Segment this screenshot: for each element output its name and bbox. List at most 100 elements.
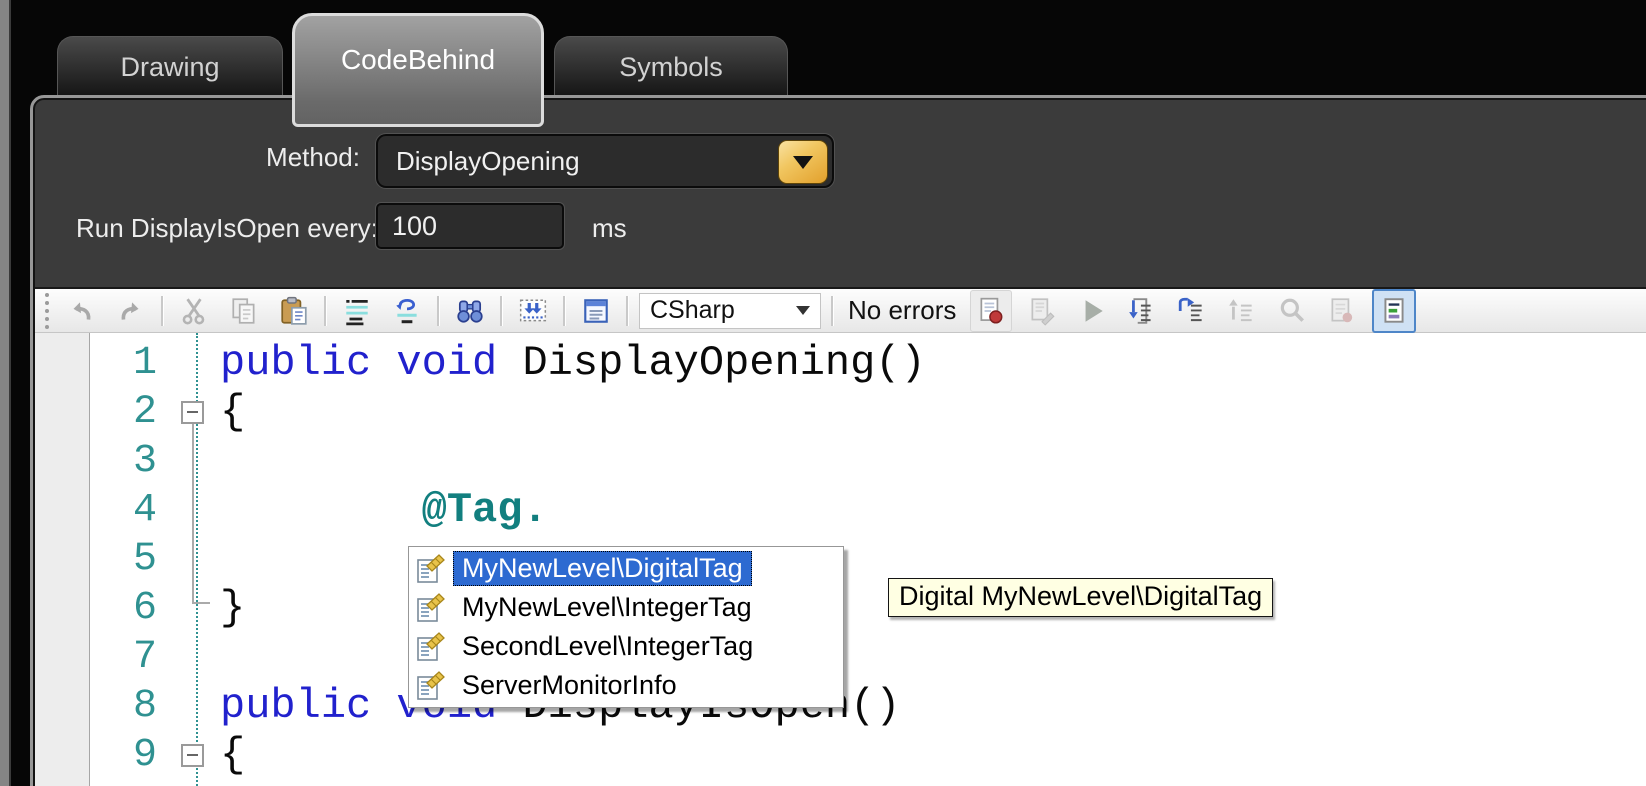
line-number: 2: [35, 388, 157, 437]
step-out-icon: [1227, 296, 1257, 326]
line-number: 7: [35, 633, 157, 682]
cut-button[interactable]: [174, 291, 214, 331]
autocomplete-item[interactable]: SecondLevel\IntegerTag: [411, 627, 841, 666]
tab-codebehind[interactable]: CodeBehind: [292, 13, 544, 127]
run-interval-label: Run DisplayIsOpen every:: [76, 213, 378, 244]
tab-codebehind-label: CodeBehind: [341, 44, 495, 75]
undo-icon: [66, 296, 96, 326]
tag-item-icon: [415, 632, 445, 662]
line-number: 5: [35, 535, 157, 584]
view-code-toggle-button[interactable]: [1372, 289, 1416, 333]
step-over-button[interactable]: [1172, 291, 1212, 331]
tag-item-icon: [415, 671, 445, 701]
compile-check-button[interactable]: [970, 290, 1012, 332]
left-edge-strip: [0, 0, 11, 786]
tab-drawing-label: Drawing: [120, 52, 219, 82]
redo-icon: [116, 296, 146, 326]
step-over-icon: [1177, 296, 1207, 326]
method-combobox[interactable]: DisplayOpening: [376, 134, 834, 188]
line-number: 6: [35, 584, 157, 633]
line-number: 8: [35, 682, 157, 731]
autocomplete-item-label: ServerMonitorInfo: [453, 668, 686, 703]
undo-button[interactable]: [61, 291, 101, 331]
compile-check-icon: [976, 296, 1006, 326]
toolbar-separator: [161, 296, 164, 326]
method-label: Method:: [150, 142, 360, 173]
code-line[interactable]: 9{: [35, 731, 1605, 780]
language-combobox[interactable]: CSharp: [639, 293, 821, 329]
chevron-down-icon: [793, 156, 813, 169]
toolbar-grip-handle[interactable]: [45, 293, 49, 329]
code-line[interactable]: 4 @Tag.: [35, 486, 1605, 535]
codebehind-editor-window: Drawing CodeBehind Symbols Method: Displ…: [0, 0, 1646, 786]
method-combobox-value: DisplayOpening: [396, 136, 580, 186]
paste-icon: [279, 296, 309, 326]
watch-icon: [1277, 296, 1307, 326]
tag-item-icon: [415, 554, 445, 584]
comment-button[interactable]: [337, 291, 377, 331]
comment-icon: [342, 296, 372, 326]
line-number: 9: [35, 731, 157, 780]
paste-button[interactable]: [274, 291, 314, 331]
autocomplete-item-label: MyNewLevel\IntegerTag: [453, 590, 761, 625]
autocomplete-item[interactable]: MyNewLevel\IntegerTag: [411, 588, 841, 627]
toolbar-separator: [324, 296, 327, 326]
editor-toolbar: CSharp No errors: [35, 287, 1646, 333]
code-line[interactable]: 2{: [35, 388, 1605, 437]
output-window-button[interactable]: [576, 291, 616, 331]
tab-symbols[interactable]: Symbols: [554, 36, 788, 95]
fold-collapse-icon[interactable]: [181, 401, 204, 424]
autocomplete-popup: MyNewLevel\DigitalTagMyNewLevel\IntegerT…: [408, 546, 844, 708]
cut-icon: [179, 296, 209, 326]
insert-snippet-icon: [518, 296, 548, 326]
fold-guide-end: [192, 602, 210, 604]
run-interval-value: 100: [392, 205, 437, 248]
code-text: {: [220, 731, 245, 780]
find-button[interactable]: [450, 291, 490, 331]
output-window-icon: [581, 296, 611, 326]
code-line[interactable]: 3: [35, 437, 1605, 486]
fold-guide-line: [192, 424, 194, 604]
copy-icon: [229, 296, 259, 326]
step-into-button[interactable]: [1122, 291, 1162, 331]
breakpoint-doc-icon: [1327, 296, 1357, 326]
build-button[interactable]: [1022, 291, 1062, 331]
run-interval-unit: ms: [592, 213, 627, 244]
toolbar-separator: [500, 296, 503, 326]
error-status-text: No errors: [848, 295, 956, 326]
step-out-button[interactable]: [1222, 291, 1262, 331]
copy-button[interactable]: [224, 291, 264, 331]
line-number: 1: [35, 339, 157, 388]
code-line[interactable]: 1public void DisplayOpening(): [35, 339, 1605, 388]
code-text: @Tag.: [220, 486, 548, 535]
find-icon: [455, 296, 485, 326]
build-icon: [1027, 296, 1057, 326]
autocomplete-tooltip: Digital MyNewLevel\DigitalTag: [888, 578, 1273, 617]
view-code-toggle-icon: [1379, 296, 1409, 326]
fold-collapse-icon[interactable]: [181, 744, 204, 767]
run-interval-input[interactable]: 100: [376, 203, 564, 249]
code-text: {: [220, 388, 245, 437]
insert-snippet-button[interactable]: [513, 291, 553, 331]
code-text: }: [220, 584, 245, 633]
language-combobox-value: CSharp: [650, 296, 735, 325]
toolbar-separator: [626, 296, 629, 326]
toolbar-separator: [437, 296, 440, 326]
tab-drawing[interactable]: Drawing: [57, 36, 283, 95]
toolbar-separator: [563, 296, 566, 326]
run-button[interactable]: [1072, 291, 1112, 331]
autocomplete-item-label: SecondLevel\IntegerTag: [453, 629, 762, 664]
toolbar-separator: [831, 296, 834, 326]
uncomment-icon: [392, 296, 422, 326]
breakpoint-doc-button[interactable]: [1322, 291, 1362, 331]
step-into-icon: [1127, 296, 1157, 326]
line-number: 3: [35, 437, 157, 486]
tab-symbols-label: Symbols: [619, 52, 723, 82]
redo-button[interactable]: [111, 291, 151, 331]
autocomplete-item[interactable]: ServerMonitorInfo: [411, 666, 841, 705]
autocomplete-item[interactable]: MyNewLevel\DigitalTag: [411, 549, 841, 588]
watch-button[interactable]: [1272, 291, 1312, 331]
method-dropdown-button[interactable]: [778, 140, 828, 184]
uncomment-button[interactable]: [387, 291, 427, 331]
chevron-down-icon: [796, 306, 810, 315]
